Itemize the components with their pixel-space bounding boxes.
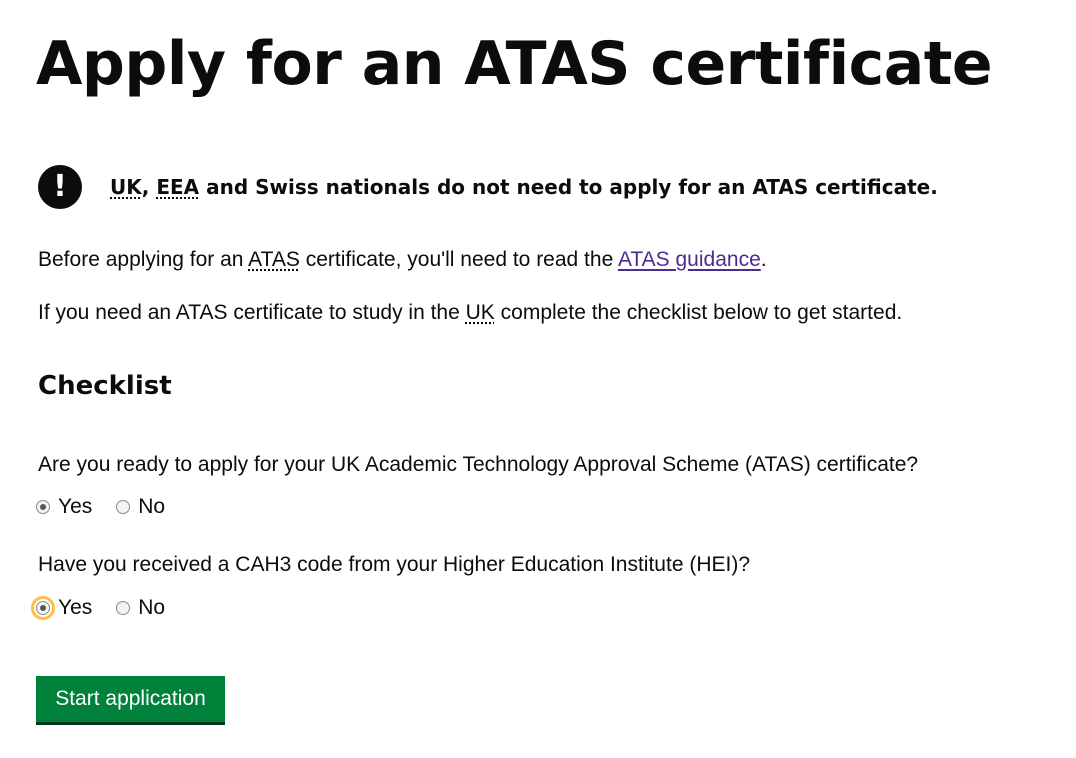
abbr-uk-2: UK <box>465 301 495 324</box>
abbr-eea: EEA <box>156 175 200 199</box>
intro-text-middle: certificate, you'll need to read the <box>299 248 618 271</box>
radio-label-no: No <box>138 495 166 518</box>
warning-separator: , <box>141 175 157 199</box>
intro-paragraph-checklist: If you need an ATAS certificate to study… <box>38 298 902 328</box>
checklist-heading: Checklist <box>38 371 172 401</box>
radio-label-yes: Yes <box>58 495 93 518</box>
intro-text-end: . <box>760 248 767 271</box>
warning-notice: ! UK, EEA and Swiss nationals do not nee… <box>38 165 938 209</box>
page-title: Apply for an ATAS certificate <box>36 29 993 99</box>
exclamation-icon: ! <box>38 165 82 209</box>
warning-text: UK, EEA and Swiss nationals do not need … <box>110 175 938 199</box>
abbr-uk: UK <box>110 175 142 199</box>
radio-cah3-yes[interactable]: Yes <box>31 596 93 620</box>
intro-text-before: Before applying for an <box>38 248 249 271</box>
radio-button-unselected[interactable] <box>116 601 131 615</box>
radio-button-unselected[interactable] <box>116 500 131 514</box>
radio-group-cah3: Yes No <box>31 596 189 620</box>
start-application-button[interactable]: Start application <box>36 676 225 722</box>
intro-paragraph-guidance: Before applying for an ATAS certificate,… <box>38 245 767 275</box>
radio-label-no: No <box>138 596 166 619</box>
question-cah3-code: Have you received a CAH3 code from your … <box>38 553 751 576</box>
radio-group-ready: Yes No <box>36 495 189 519</box>
abbr-atas: ATAS <box>248 248 300 271</box>
atas-guidance-link[interactable]: ATAS guidance <box>618 248 761 271</box>
intro-text-before-2: If you need an ATAS certificate to study… <box>38 301 466 324</box>
radio-button-selected-focused[interactable] <box>31 596 55 620</box>
intro-text-after-2: complete the checklist below to get star… <box>494 301 903 324</box>
warning-text-rest: and Swiss nationals do not need to apply… <box>199 175 938 199</box>
question-ready-to-apply: Are you ready to apply for your UK Acade… <box>38 453 919 476</box>
radio-ready-no[interactable]: No <box>116 495 165 519</box>
radio-label-yes: Yes <box>58 596 93 619</box>
radio-ready-yes[interactable]: Yes <box>36 495 92 519</box>
radio-button-selected[interactable] <box>36 500 50 514</box>
radio-cah3-no[interactable]: No <box>116 596 165 620</box>
